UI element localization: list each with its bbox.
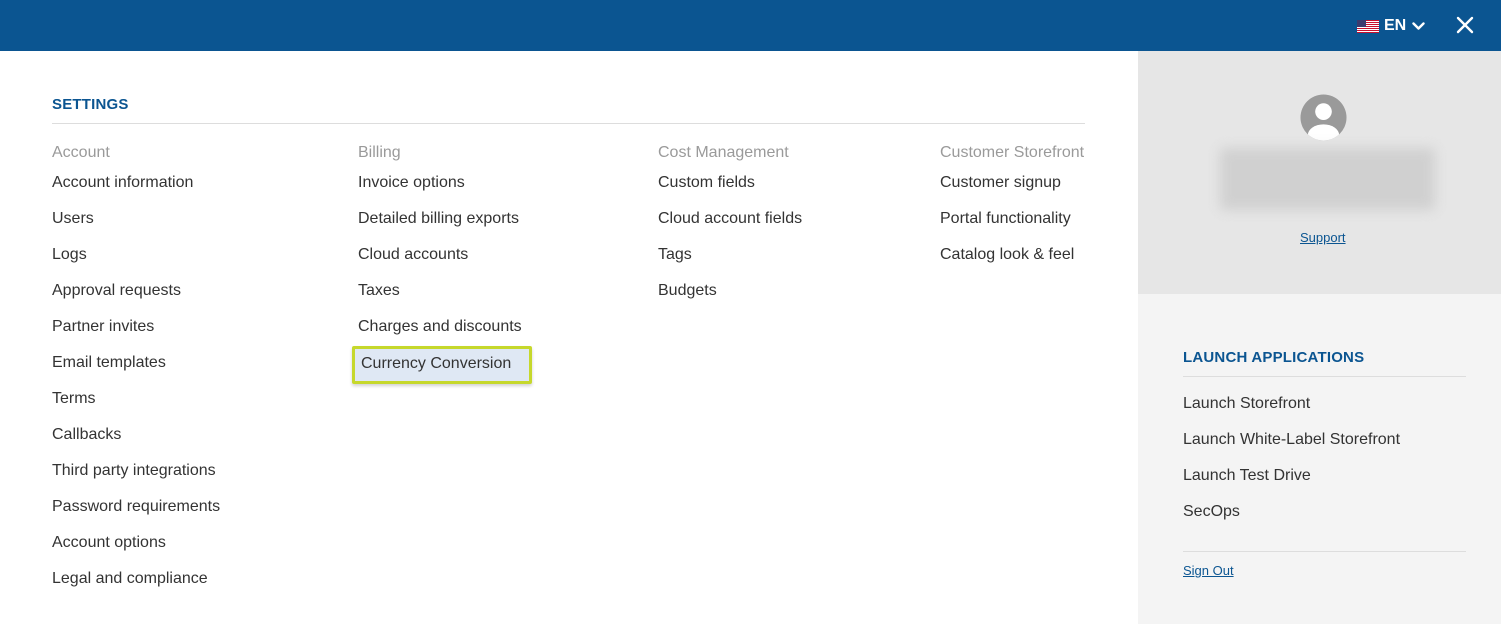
- menu-item[interactable]: Third party integrations: [52, 462, 220, 498]
- menu-item-account-options[interactable]: Account options: [52, 534, 166, 552]
- column-heading-billing: Billing: [358, 144, 401, 161]
- language-selector[interactable]: EN: [1357, 16, 1425, 36]
- menu-item[interactable]: Password requirements: [52, 498, 220, 534]
- user-side-panel: Support LAUNCH APPLICATIONS Launch Store…: [1138, 51, 1501, 624]
- user-avatar-icon: [1300, 94, 1347, 141]
- menu-item-third-party-integrations[interactable]: Third party integrations: [52, 462, 216, 480]
- column-heading-account: Account: [52, 144, 110, 161]
- divider: [1183, 551, 1466, 552]
- menu-item[interactable]: Budgets: [658, 282, 802, 318]
- menu-item[interactable]: Partner invites: [52, 318, 220, 354]
- profile-card: Support: [1138, 51, 1501, 294]
- menu-item-logs[interactable]: Logs: [52, 246, 87, 264]
- cost-management-column: Cost Management Custom fields Cloud acco…: [658, 144, 802, 318]
- menu-item-taxes[interactable]: Taxes: [358, 282, 400, 300]
- menu-item-invoice-options[interactable]: Invoice options: [358, 174, 465, 192]
- menu-item[interactable]: Tags: [658, 246, 802, 282]
- menu-item-partner-invites[interactable]: Partner invites: [52, 318, 154, 336]
- user-name-redacted: [1220, 148, 1435, 210]
- menu-item-charges-and-discounts[interactable]: Charges and discounts: [358, 318, 522, 336]
- menu-item-approval-requests[interactable]: Approval requests: [52, 282, 181, 300]
- menu-item[interactable]: Customer signup: [940, 174, 1084, 210]
- menu-item[interactable]: Users: [52, 210, 220, 246]
- menu-item[interactable]: Currency Conversion: [352, 346, 538, 390]
- menu-item-budgets[interactable]: Budgets: [658, 282, 717, 300]
- us-flag-icon: [1357, 19, 1379, 33]
- menu-item[interactable]: Terms: [52, 390, 220, 426]
- divider: [1183, 376, 1466, 377]
- launch-list: Launch Storefront Launch White-Label Sto…: [1183, 395, 1400, 539]
- menu-item-cloud-account-fields[interactable]: Cloud account fields: [658, 210, 802, 228]
- menu-item-custom-fields[interactable]: Custom fields: [658, 174, 755, 192]
- settings-panel: SETTINGS Account Account information Use…: [0, 51, 1138, 624]
- close-icon[interactable]: [1455, 15, 1475, 35]
- menu-item[interactable]: Callbacks: [52, 426, 220, 462]
- menu-item[interactable]: Approval requests: [52, 282, 220, 318]
- menu-item-currency-conversion[interactable]: Currency Conversion: [352, 346, 533, 384]
- account-column: Account Account information Users Logs A…: [52, 144, 220, 606]
- menu-item-email-templates[interactable]: Email templates: [52, 354, 166, 372]
- menu-item-legal-and-compliance[interactable]: Legal and compliance: [52, 570, 208, 588]
- settings-title: SETTINGS: [52, 96, 129, 113]
- menu-item-detailed-billing-exports[interactable]: Detailed billing exports: [358, 210, 519, 228]
- support-link[interactable]: Support: [1300, 230, 1346, 245]
- menu-item-tags[interactable]: Tags: [658, 246, 692, 264]
- launch-applications-title: LAUNCH APPLICATIONS: [1183, 349, 1365, 366]
- column-heading-cost-management: Cost Management: [658, 144, 789, 161]
- menu-item[interactable]: Invoice options: [358, 174, 538, 210]
- menu-item-catalog-look-and-feel[interactable]: Catalog look & feel: [940, 246, 1074, 264]
- menu-item[interactable]: Cloud account fields: [658, 210, 802, 246]
- menu-item[interactable]: Account information: [52, 174, 220, 210]
- menu-item[interactable]: Cloud accounts: [358, 246, 538, 282]
- column-heading-customer-storefront: Customer Storefront: [940, 144, 1085, 161]
- menu-item-terms[interactable]: Terms: [52, 390, 96, 408]
- menu-item[interactable]: Legal and compliance: [52, 570, 220, 606]
- menu-item[interactable]: Detailed billing exports: [358, 210, 538, 246]
- sign-out-link[interactable]: Sign Out: [1183, 563, 1234, 578]
- launch-storefront-link[interactable]: Launch Storefront: [1183, 395, 1400, 431]
- secops-link[interactable]: SecOps: [1183, 503, 1400, 539]
- menu-item[interactable]: Account options: [52, 534, 220, 570]
- menu-item[interactable]: Logs: [52, 246, 220, 282]
- menu-item[interactable]: Custom fields: [658, 174, 802, 210]
- menu-item[interactable]: Catalog look & feel: [940, 246, 1084, 282]
- menu-item-password-requirements[interactable]: Password requirements: [52, 498, 220, 516]
- menu-item-users[interactable]: Users: [52, 210, 94, 228]
- top-bar: EN: [0, 0, 1501, 51]
- chevron-down-icon[interactable]: [1412, 21, 1425, 31]
- menu-item-customer-signup[interactable]: Customer signup: [940, 174, 1061, 192]
- customer-storefront-column: Customer Storefront Customer signup Port…: [940, 144, 1084, 282]
- divider: [52, 123, 1085, 124]
- menu-item[interactable]: Taxes: [358, 282, 538, 318]
- launch-test-drive-link[interactable]: Launch Test Drive: [1183, 467, 1400, 503]
- menu-item-callbacks[interactable]: Callbacks: [52, 426, 121, 444]
- menu-item[interactable]: Portal functionality: [940, 210, 1084, 246]
- menu-item[interactable]: Email templates: [52, 354, 220, 390]
- billing-column: Billing Invoice options Detailed billing…: [352, 144, 538, 390]
- menu-item-account-information[interactable]: Account information: [52, 174, 193, 192]
- language-code[interactable]: EN: [1384, 17, 1406, 35]
- menu-item-cloud-accounts[interactable]: Cloud accounts: [358, 246, 468, 264]
- launch-white-label-storefront-link[interactable]: Launch White-Label Storefront: [1183, 431, 1400, 467]
- menu-item-portal-functionality[interactable]: Portal functionality: [940, 210, 1071, 228]
